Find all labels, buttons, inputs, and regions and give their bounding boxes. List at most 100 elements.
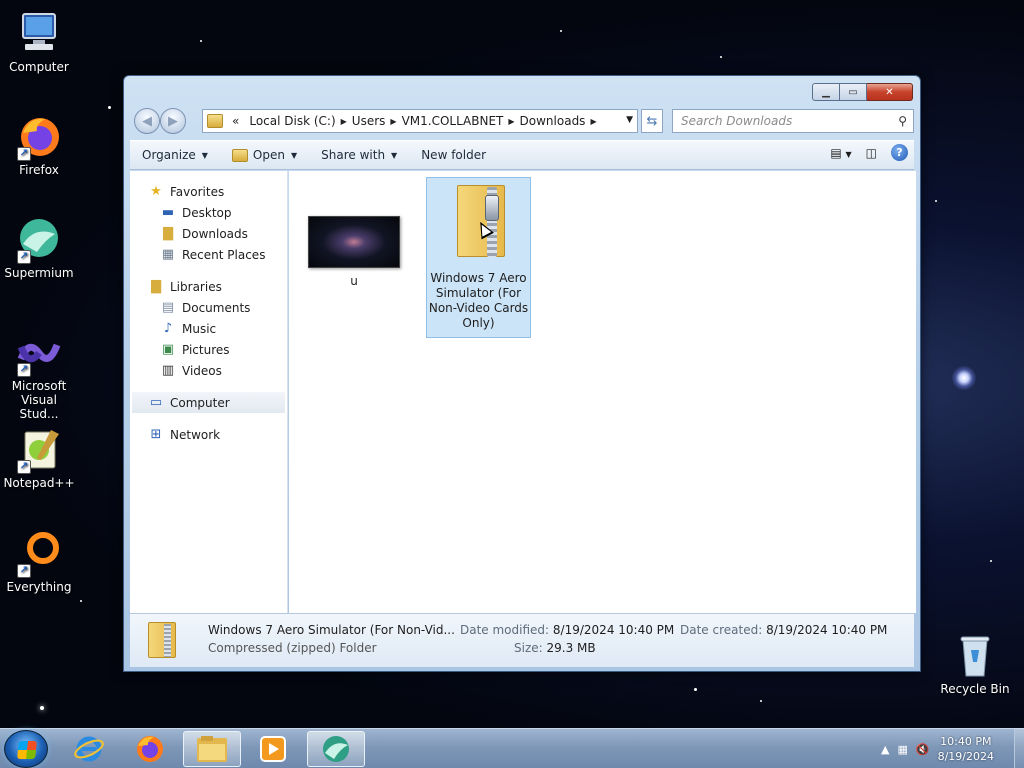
- command-bar: Organize ▼ Open ▼ Share with ▼ New folde…: [130, 140, 914, 170]
- start-button[interactable]: [4, 730, 48, 768]
- breadcrumb-overflow[interactable]: «: [232, 114, 239, 128]
- preview-pane-button[interactable]: ◫: [866, 146, 877, 160]
- nav-music[interactable]: ♪ Music: [130, 318, 287, 339]
- change-view-button[interactable]: ▤ ▼: [830, 146, 851, 160]
- explorer-window: ▁ ▭ ✕ ◀ ▶ « Local Disk (C:) ▶ Users ▶ VM…: [123, 75, 921, 672]
- close-button[interactable]: ✕: [867, 83, 913, 101]
- desktop-icon-visual-studio[interactable]: ↗ Microsoft Visual Stud...: [1, 329, 77, 421]
- image-thumbnail: [308, 216, 400, 268]
- file-item-zip-selected[interactable]: Windows 7 Aero Simulator (For Non-Video …: [426, 177, 531, 338]
- desktop-icon-label: Recycle Bin: [940, 682, 1010, 696]
- share-with-button[interactable]: Share with ▼: [309, 143, 409, 167]
- supermium-icon: ↗: [15, 216, 63, 264]
- new-folder-label: New folder: [421, 148, 487, 162]
- taskbar-supermium[interactable]: [307, 731, 365, 767]
- forward-button[interactable]: ▶: [160, 108, 186, 134]
- network-status-icon[interactable]: ▦: [897, 743, 907, 756]
- close-icon: ✕: [885, 86, 894, 98]
- nav-label: Pictures: [182, 342, 230, 357]
- search-input[interactable]: [681, 114, 881, 128]
- show-desktop-button[interactable]: [1014, 729, 1024, 768]
- taskbar-firefox[interactable]: [121, 731, 179, 767]
- nav-favorites[interactable]: ★ Favorites: [130, 181, 287, 202]
- desktop-icon-supermium[interactable]: ↗ Supermium: [1, 216, 77, 280]
- nav-recent-places[interactable]: ▦ Recent Places: [130, 244, 287, 265]
- nav-pictures[interactable]: ▣ Pictures: [130, 339, 287, 360]
- desktop-icon-computer[interactable]: Computer: [1, 10, 77, 74]
- nav-network[interactable]: ⊞ Network: [130, 424, 287, 445]
- open-label: Open: [252, 148, 285, 162]
- breadcrumb-separator-icon[interactable]: ▶: [390, 117, 396, 126]
- nav-downloads[interactable]: ▇ Downloads: [130, 223, 287, 244]
- nav-label: Network: [170, 427, 221, 442]
- taskbar-windows-explorer[interactable]: [183, 731, 241, 767]
- file-list[interactable]: u Windows 7 Aero Simulator (For Non-Vide…: [289, 171, 916, 613]
- search-box[interactable]: ⚲: [672, 109, 914, 133]
- media-player-icon: [260, 736, 286, 762]
- breadcrumb-downloads[interactable]: Downloads: [520, 114, 586, 128]
- minimize-icon: ▁: [822, 86, 830, 98]
- desktop-icon-notepad-plus-plus[interactable]: ↗ Notepad++: [1, 426, 77, 490]
- show-hidden-icons-icon[interactable]: ▲: [881, 743, 889, 756]
- nav-documents[interactable]: ▤ Documents: [130, 297, 287, 318]
- size-value: 29.3 MB: [546, 641, 596, 655]
- chevron-down-icon: ▼: [290, 150, 298, 160]
- recent-places-icon: ▦: [161, 247, 175, 262]
- clock-date: 8/19/2024: [937, 750, 994, 763]
- supermium-icon: [323, 736, 349, 762]
- taskbar-internet-explorer[interactable]: [60, 731, 118, 767]
- search-icon[interactable]: ⚲: [898, 114, 907, 128]
- visual-studio-icon: ↗: [15, 329, 63, 377]
- nav-videos[interactable]: ▥ Videos: [130, 360, 287, 381]
- desktop-icon-label: Supermium: [4, 266, 74, 280]
- breadcrumb-separator-icon[interactable]: ▶: [508, 117, 514, 126]
- desktop-icon-everything[interactable]: ↗ Everything: [1, 530, 77, 594]
- details-file-type: Compressed (zipped) Folder: [208, 641, 377, 655]
- videos-icon: ▥: [161, 363, 175, 378]
- help-button[interactable]: ?: [891, 144, 908, 161]
- system-tray: ▲ ▦ 🔇 10:40 PM 8/19/2024: [881, 729, 1024, 768]
- taskbar-media-player[interactable]: [244, 731, 302, 767]
- desktop-icon-firefox[interactable]: ↗ Firefox: [1, 113, 77, 177]
- nav-desktop[interactable]: ▬ Desktop: [130, 202, 287, 223]
- nav-computer[interactable]: ▭ Computer: [132, 392, 285, 413]
- file-name: u: [350, 274, 358, 288]
- breadcrumb-users[interactable]: Users: [352, 114, 386, 128]
- nav-label: Computer: [170, 395, 230, 410]
- nav-label: Desktop: [182, 205, 232, 220]
- open-button[interactable]: Open ▼: [220, 143, 309, 167]
- back-button[interactable]: ◀: [134, 108, 160, 134]
- nav-libraries[interactable]: ▇ Libraries: [130, 276, 287, 297]
- navigation-bar: ◀ ▶ « Local Disk (C:) ▶ Users ▶ VM1.COLL…: [132, 108, 914, 134]
- breadcrumb-separator-icon[interactable]: ▶: [590, 117, 596, 126]
- address-dropdown-icon[interactable]: ▼: [626, 115, 633, 125]
- desktop-icon-label: Notepad++: [3, 476, 75, 490]
- chevron-down-icon: ▼: [201, 150, 208, 160]
- view-icon: ▤: [830, 145, 842, 160]
- file-item-image[interactable]: u: [304, 216, 404, 288]
- taskbar: ▲ ▦ 🔇 10:40 PM 8/19/2024: [0, 728, 1024, 768]
- file-name: Windows 7 Aero Simulator (For Non-Video …: [428, 271, 529, 330]
- breadcrumb-separator-icon[interactable]: ▶: [341, 117, 347, 126]
- downloads-folder-icon: ▇: [163, 226, 173, 241]
- refresh-button[interactable]: ⇆: [641, 109, 663, 133]
- desktop-icon-recycle-bin[interactable]: Recycle Bin: [937, 632, 1013, 696]
- volume-muted-icon[interactable]: 🔇: [916, 743, 930, 756]
- shortcut-arrow-icon: ↗: [17, 250, 31, 264]
- new-folder-button[interactable]: New folder: [409, 143, 498, 167]
- clock[interactable]: 10:40 PM 8/19/2024: [938, 734, 994, 764]
- breadcrumb-vm1-collabnet[interactable]: VM1.COLLABNET: [402, 114, 504, 128]
- minimize-button[interactable]: ▁: [812, 83, 840, 101]
- window-controls: ▁ ▭ ✕: [812, 83, 913, 101]
- zip-folder-icon: [146, 620, 180, 660]
- help-icon: ?: [896, 146, 903, 159]
- maximize-icon: ▭: [848, 86, 858, 98]
- organize-button[interactable]: Organize ▼: [130, 143, 220, 167]
- folder-icon: [197, 736, 227, 762]
- maximize-button[interactable]: ▭: [840, 83, 867, 101]
- computer-icon: [15, 10, 63, 58]
- address-bar[interactable]: « Local Disk (C:) ▶ Users ▶ VM1.COLLABNE…: [202, 109, 638, 133]
- chevron-down-icon: ▼: [845, 149, 852, 159]
- desktop-icon-label: Microsoft Visual Stud...: [11, 379, 67, 421]
- breadcrumb-local-disk[interactable]: Local Disk (C:): [249, 114, 335, 128]
